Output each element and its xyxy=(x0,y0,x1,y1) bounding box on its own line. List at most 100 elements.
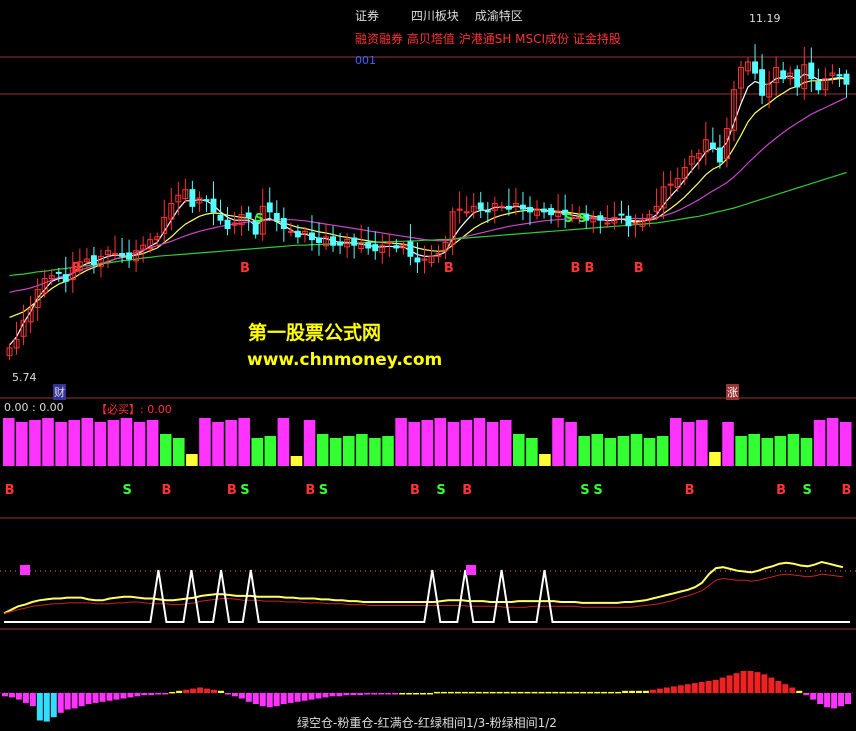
histogram-bar xyxy=(789,687,796,693)
bimai-indicator: 【必买】: 0.00 xyxy=(96,401,172,417)
histogram-bar xyxy=(684,684,691,693)
signal-bar xyxy=(826,418,839,466)
signal-sell-label: S xyxy=(123,483,132,498)
candle-body xyxy=(463,211,470,214)
histogram-bar xyxy=(747,671,754,693)
footer-legend: 绿空仓-粉重仓-红满仓-红绿相间1/3-粉绿相间1/2 xyxy=(297,716,557,730)
price-buy-marker: B xyxy=(570,261,580,276)
signal-bar xyxy=(408,422,420,466)
histogram-bar xyxy=(15,693,22,700)
signal-bar xyxy=(617,436,630,466)
tag-chengyu[interactable]: 成渝特区 xyxy=(475,9,523,23)
bimai-label: 【必买】 xyxy=(96,403,140,416)
price-sell-marker: S xyxy=(564,211,573,225)
signal-buy-label: B xyxy=(162,483,172,498)
histogram-bar xyxy=(378,693,385,695)
histogram-bar xyxy=(545,691,552,694)
signal-bar xyxy=(382,436,394,466)
tag-sector[interactable]: 证券 xyxy=(355,9,379,23)
histogram-bar xyxy=(106,693,113,701)
candle-body xyxy=(365,241,372,249)
candle-body xyxy=(709,142,716,149)
signal-bar xyxy=(591,434,604,466)
histogram-bar xyxy=(127,693,134,698)
candle-body xyxy=(224,219,231,230)
candle-body xyxy=(548,208,555,216)
candle-body xyxy=(372,244,379,252)
watermark-url: www.chnmoney.com xyxy=(247,350,443,370)
candle-body xyxy=(498,205,505,208)
signal-bar xyxy=(173,438,185,466)
histogram-bar xyxy=(245,693,252,702)
tag-margin[interactable]: 融资融券 xyxy=(355,32,403,46)
histogram-bar xyxy=(580,691,587,694)
signal-bar xyxy=(316,434,329,466)
candle-body xyxy=(393,245,400,249)
signal-bar xyxy=(251,438,264,466)
histogram-bar xyxy=(796,690,803,693)
histogram-bar xyxy=(141,693,148,696)
histogram-bar xyxy=(566,691,573,694)
signal-bar xyxy=(656,436,669,466)
histogram-bar xyxy=(601,691,608,694)
signal-bar xyxy=(81,418,94,466)
signal-sell-label: S xyxy=(593,483,602,498)
histogram-bar xyxy=(336,693,343,697)
rise-marker[interactable]: 涨 xyxy=(726,384,739,400)
histogram-bar xyxy=(420,693,426,695)
candle-body xyxy=(203,199,210,202)
histogram-bar xyxy=(817,693,824,704)
tag-msci[interactable]: MSCI成份 xyxy=(515,32,569,46)
signal-bar xyxy=(578,436,590,466)
tag-high-beta[interactable]: 高贝塔值 xyxy=(407,32,455,46)
candle-body xyxy=(477,202,484,210)
finance-marker[interactable]: 财 xyxy=(53,384,66,400)
histogram-bar xyxy=(733,673,740,693)
tag-csf[interactable]: 证金持股 xyxy=(573,32,621,46)
histogram-bar xyxy=(573,691,580,694)
histogram-bar xyxy=(36,693,43,721)
histogram-bar xyxy=(698,682,705,693)
histogram-bar xyxy=(204,688,211,693)
histogram-bar xyxy=(99,693,106,702)
histogram-bar xyxy=(266,693,273,708)
histogram-bar xyxy=(636,690,642,693)
histogram-bar xyxy=(392,693,399,695)
histogram-bar xyxy=(71,693,78,709)
candle-body xyxy=(484,210,491,213)
signal-bar xyxy=(277,418,290,466)
histogram-bar xyxy=(677,685,684,693)
signal-bar xyxy=(460,420,473,466)
signal-bar xyxy=(722,422,734,466)
price-buy-marker: B xyxy=(634,261,644,276)
histogram-bar xyxy=(622,690,629,693)
signal-buy-label: B xyxy=(410,483,420,498)
candle-body xyxy=(794,69,801,88)
signal-bar xyxy=(290,456,303,466)
signal-bar xyxy=(55,422,67,466)
price-buy-marker: B xyxy=(240,261,250,276)
price-buy-marker: B xyxy=(444,261,454,276)
low-price-label: 5.74 xyxy=(12,371,37,384)
signal-bar xyxy=(565,422,577,466)
candle-body xyxy=(716,147,723,163)
signal-bar xyxy=(696,420,708,466)
histogram-bar xyxy=(231,693,238,697)
signal-bar xyxy=(120,418,133,466)
histogram-bar xyxy=(824,693,831,708)
candle-body xyxy=(752,61,759,74)
watermark-title: 第一股票公式网 xyxy=(248,322,382,344)
histogram-bar xyxy=(371,693,378,695)
tag-hk-connect[interactable]: 沪港通 xyxy=(459,32,495,46)
histogram-bar xyxy=(385,693,392,695)
tag-sichuan[interactable]: 四川板块 xyxy=(411,9,459,23)
pink-square-marker-mid xyxy=(466,565,476,575)
candle-body xyxy=(836,74,843,77)
tag-sh[interactable]: SH xyxy=(495,32,512,46)
signal-bar xyxy=(356,434,368,466)
histogram-bar xyxy=(831,693,838,709)
histogram-bar xyxy=(803,693,810,696)
histogram-bar xyxy=(50,693,57,718)
histogram-bar xyxy=(294,693,301,702)
signal-bar xyxy=(343,436,355,466)
